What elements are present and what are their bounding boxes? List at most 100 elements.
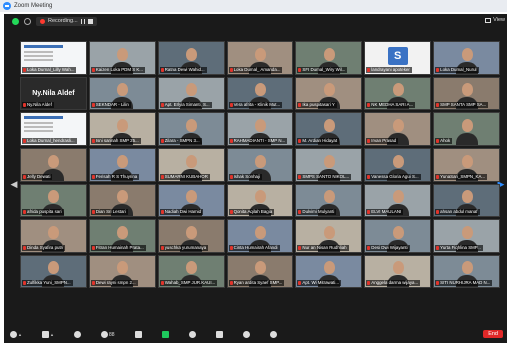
share-screen-button[interactable]: [161, 331, 169, 338]
record-button[interactable]: [188, 331, 196, 338]
participant-name: Apt. Wi Mitrawati...: [302, 280, 340, 286]
participant-tile[interactable]: YunaSari_SMPN_KA...: [433, 147, 500, 182]
participant-tile[interactable]: Ny.Nila Aldef Ny.Nila Aldef: [20, 76, 87, 111]
recording-label: Recording...: [48, 18, 78, 24]
participant-tile[interactable]: yuschka yurumanaya: [157, 219, 225, 253]
participant-tile[interactable]: Zilara - SMPN 3...: [157, 112, 225, 146]
participant-name: ahsan abdul manaf: [440, 209, 478, 215]
participant-name-tag: Nadiah Dwi Hamid: [159, 209, 204, 216]
participant-name: Ryan ardita Syaef SMP...: [233, 280, 283, 286]
participant-tile[interactable]: Ika puspitasari Y: [295, 76, 363, 111]
participant-tile[interactable]: Qonita Aqilah Bagia: [226, 183, 294, 218]
microphone-muted-icon: [367, 245, 371, 250]
participant-tile[interactable]: Slandrayani apoteker: [364, 41, 432, 75]
participant-tile[interactable]: Apt. Wi Mitrawati...: [295, 254, 363, 289]
participant-name: Dian Sri Lestari: [95, 209, 126, 215]
participant-name-tag: Fitran Humainah Prata...: [90, 244, 146, 251]
participant-tile[interactable]: Nur an Nisan Rudhliah: [295, 219, 363, 253]
participant-tile[interactable]: Anggela darma wijaya...: [364, 254, 432, 289]
participant-tile[interactable]: SMPS SANTO NIKOL...: [295, 147, 363, 182]
previous-page-arrow[interactable]: ◀: [10, 178, 18, 190]
microphone-muted-icon: [436, 281, 440, 286]
participant-name-tag: Zulfikka Yuni_SMPN...: [22, 280, 73, 287]
breakout-rooms-button[interactable]: [215, 331, 223, 338]
participant-tile[interactable]: Ryan ardita Syaef SMP...: [226, 254, 294, 289]
participant-tile[interactable]: Yurta Fiqhlina SMP...: [433, 219, 500, 253]
participant-tile[interactable]: SITI NURHIJRA MAD N...: [433, 254, 500, 289]
participant-tile[interactable]: Isni sarinah SMP 25...: [88, 112, 156, 146]
participant-name: Ahok: [440, 137, 451, 143]
participant-tile[interactable]: Ratna Dewi Wahid...: [157, 41, 225, 75]
participant-tile[interactable]: Zulfikka Yuni_SMPN...: [20, 254, 87, 289]
stop-recording-icon[interactable]: [87, 18, 93, 24]
participant-face: [186, 83, 198, 97]
gallery-grid: Loka Durnal_Lilly Wah... Kaizen Loka PDM …: [20, 41, 500, 324]
reactions-button[interactable]: [242, 331, 250, 338]
participant-tile[interactable]: Kaizen Loka PDM S K...: [88, 41, 156, 75]
participant-name-tag: Anggela darma wijaya...: [366, 280, 421, 287]
participant-tile[interactable]: ahsan abdul manaf: [433, 183, 500, 218]
participant-name-tag: Ika puspitasari Y: [297, 102, 337, 109]
participant-name: Loka Dumal_ Amanda...: [233, 66, 281, 72]
participant-tile[interactable]: Loka Durnal_Lilly Wah...: [20, 41, 87, 75]
chevron-up-icon[interactable]: ▲: [18, 332, 22, 337]
microphone-muted-icon: [23, 245, 26, 250]
microphone-muted-icon: [298, 281, 302, 286]
participant-name: Ratna Dewi Wahid...: [164, 66, 205, 72]
microphone-muted-icon: [229, 210, 233, 215]
participant-tile[interactable]: Desi Dwi Wijayanti: [364, 219, 432, 253]
participant-tile[interactable]: Vera afrita - Klinik Mut...: [226, 76, 294, 111]
pause-recording-icon[interactable]: [80, 18, 85, 24]
participant-tile[interactable]: ELVI MAULANI: [364, 183, 432, 218]
more-button[interactable]: [269, 331, 277, 338]
participant-tile[interactable]: Loka Dumal_ Amanda...: [226, 41, 294, 75]
participant-face: [461, 47, 473, 61]
participant-name-tag: Yurta Fiqhlina SMP...: [435, 244, 483, 251]
participant-tile[interactable]: Jelly Dewati: [20, 147, 87, 182]
participant-tile[interactable]: Ishak Sonhaji: [226, 147, 294, 182]
security-button[interactable]: [73, 331, 81, 338]
participant-name: Dewi rayni smpn 2...: [95, 280, 136, 286]
participant-tile[interactable]: Nadiah Dwi Hamid: [157, 183, 225, 218]
participant-tile[interactable]: Cinta Humairah Afandi: [226, 219, 294, 253]
participant-tile[interactable]: SEKNDAR - Lilin: [88, 76, 156, 111]
video-button[interactable]: ▲: [41, 331, 54, 338]
participant-name: Cinta Humairah Afandi: [233, 244, 278, 250]
participant-tile[interactable]: Dinda Syafira putri: [20, 219, 87, 253]
participant-tile[interactable]: Apt. Erlyia Simanti, S...: [157, 76, 225, 111]
participant-tile[interactable]: Fitran Humainah Prata...: [88, 219, 156, 253]
mute-button[interactable]: ▲: [10, 331, 22, 338]
participant-tile[interactable]: Ferisah R S Thuyrina: [88, 147, 156, 182]
participant-tile[interactable]: M. Ardian Hidayat: [295, 112, 363, 146]
participant-tile[interactable]: RAHMADIANTI - SMP N...: [226, 112, 294, 146]
participant-tile[interactable]: Irvan Prasad: [364, 112, 432, 146]
end-meeting-button[interactable]: End: [483, 330, 503, 338]
microphone-muted-icon: [229, 281, 233, 286]
participant-face: [48, 225, 60, 239]
participant-name-tag: Ratna Dewi Wahid...: [159, 66, 207, 73]
participant-tile[interactable]: Wahab_SMP JUR.KAUI...: [157, 254, 225, 289]
participant-tile[interactable]: SMP SANTA SMP SA...: [433, 76, 500, 111]
participants-button[interactable]: 88: [100, 331, 115, 338]
participant-face: [323, 261, 335, 275]
encryption-shield-icon[interactable]: [12, 17, 19, 25]
chat-button[interactable]: [134, 331, 142, 338]
participant-name: SMPS SANTO NIKOL...: [302, 173, 350, 179]
participant-tile[interactable]: Loka Dumal_Nurul: [433, 41, 500, 75]
chevron-up-icon[interactable]: ▲: [50, 332, 54, 337]
participant-face: [323, 47, 335, 61]
participant-tile[interactable]: afrida puspita sari: [20, 183, 87, 218]
participant-tile[interactable]: Dewi rayni smpn 2...: [88, 254, 156, 289]
participant-tile[interactable]: Loka Durnal_hendrasli...: [20, 112, 87, 146]
participant-tile[interactable]: SFI Dumal_Wiry Wil...: [295, 41, 363, 75]
microphone-muted-icon: [91, 210, 95, 215]
participant-tile[interactable]: Dulvimi Mulyanti: [295, 183, 363, 218]
participant-tile[interactable]: SUMARNI KUBAHOR: [157, 147, 225, 182]
view-button[interactable]: View: [485, 17, 505, 23]
meeting-info-icon[interactable]: [24, 17, 31, 25]
chat-bubble-icon: [134, 331, 142, 338]
participant-tile[interactable]: Dian Sri Lestari: [88, 183, 156, 218]
participant-tile[interactable]: Ahok: [433, 112, 500, 146]
participant-tile[interactable]: Vanessa Gloria Agui S...: [364, 147, 432, 182]
participant-tile[interactable]: NK MEDHA SARI A...: [364, 76, 432, 111]
